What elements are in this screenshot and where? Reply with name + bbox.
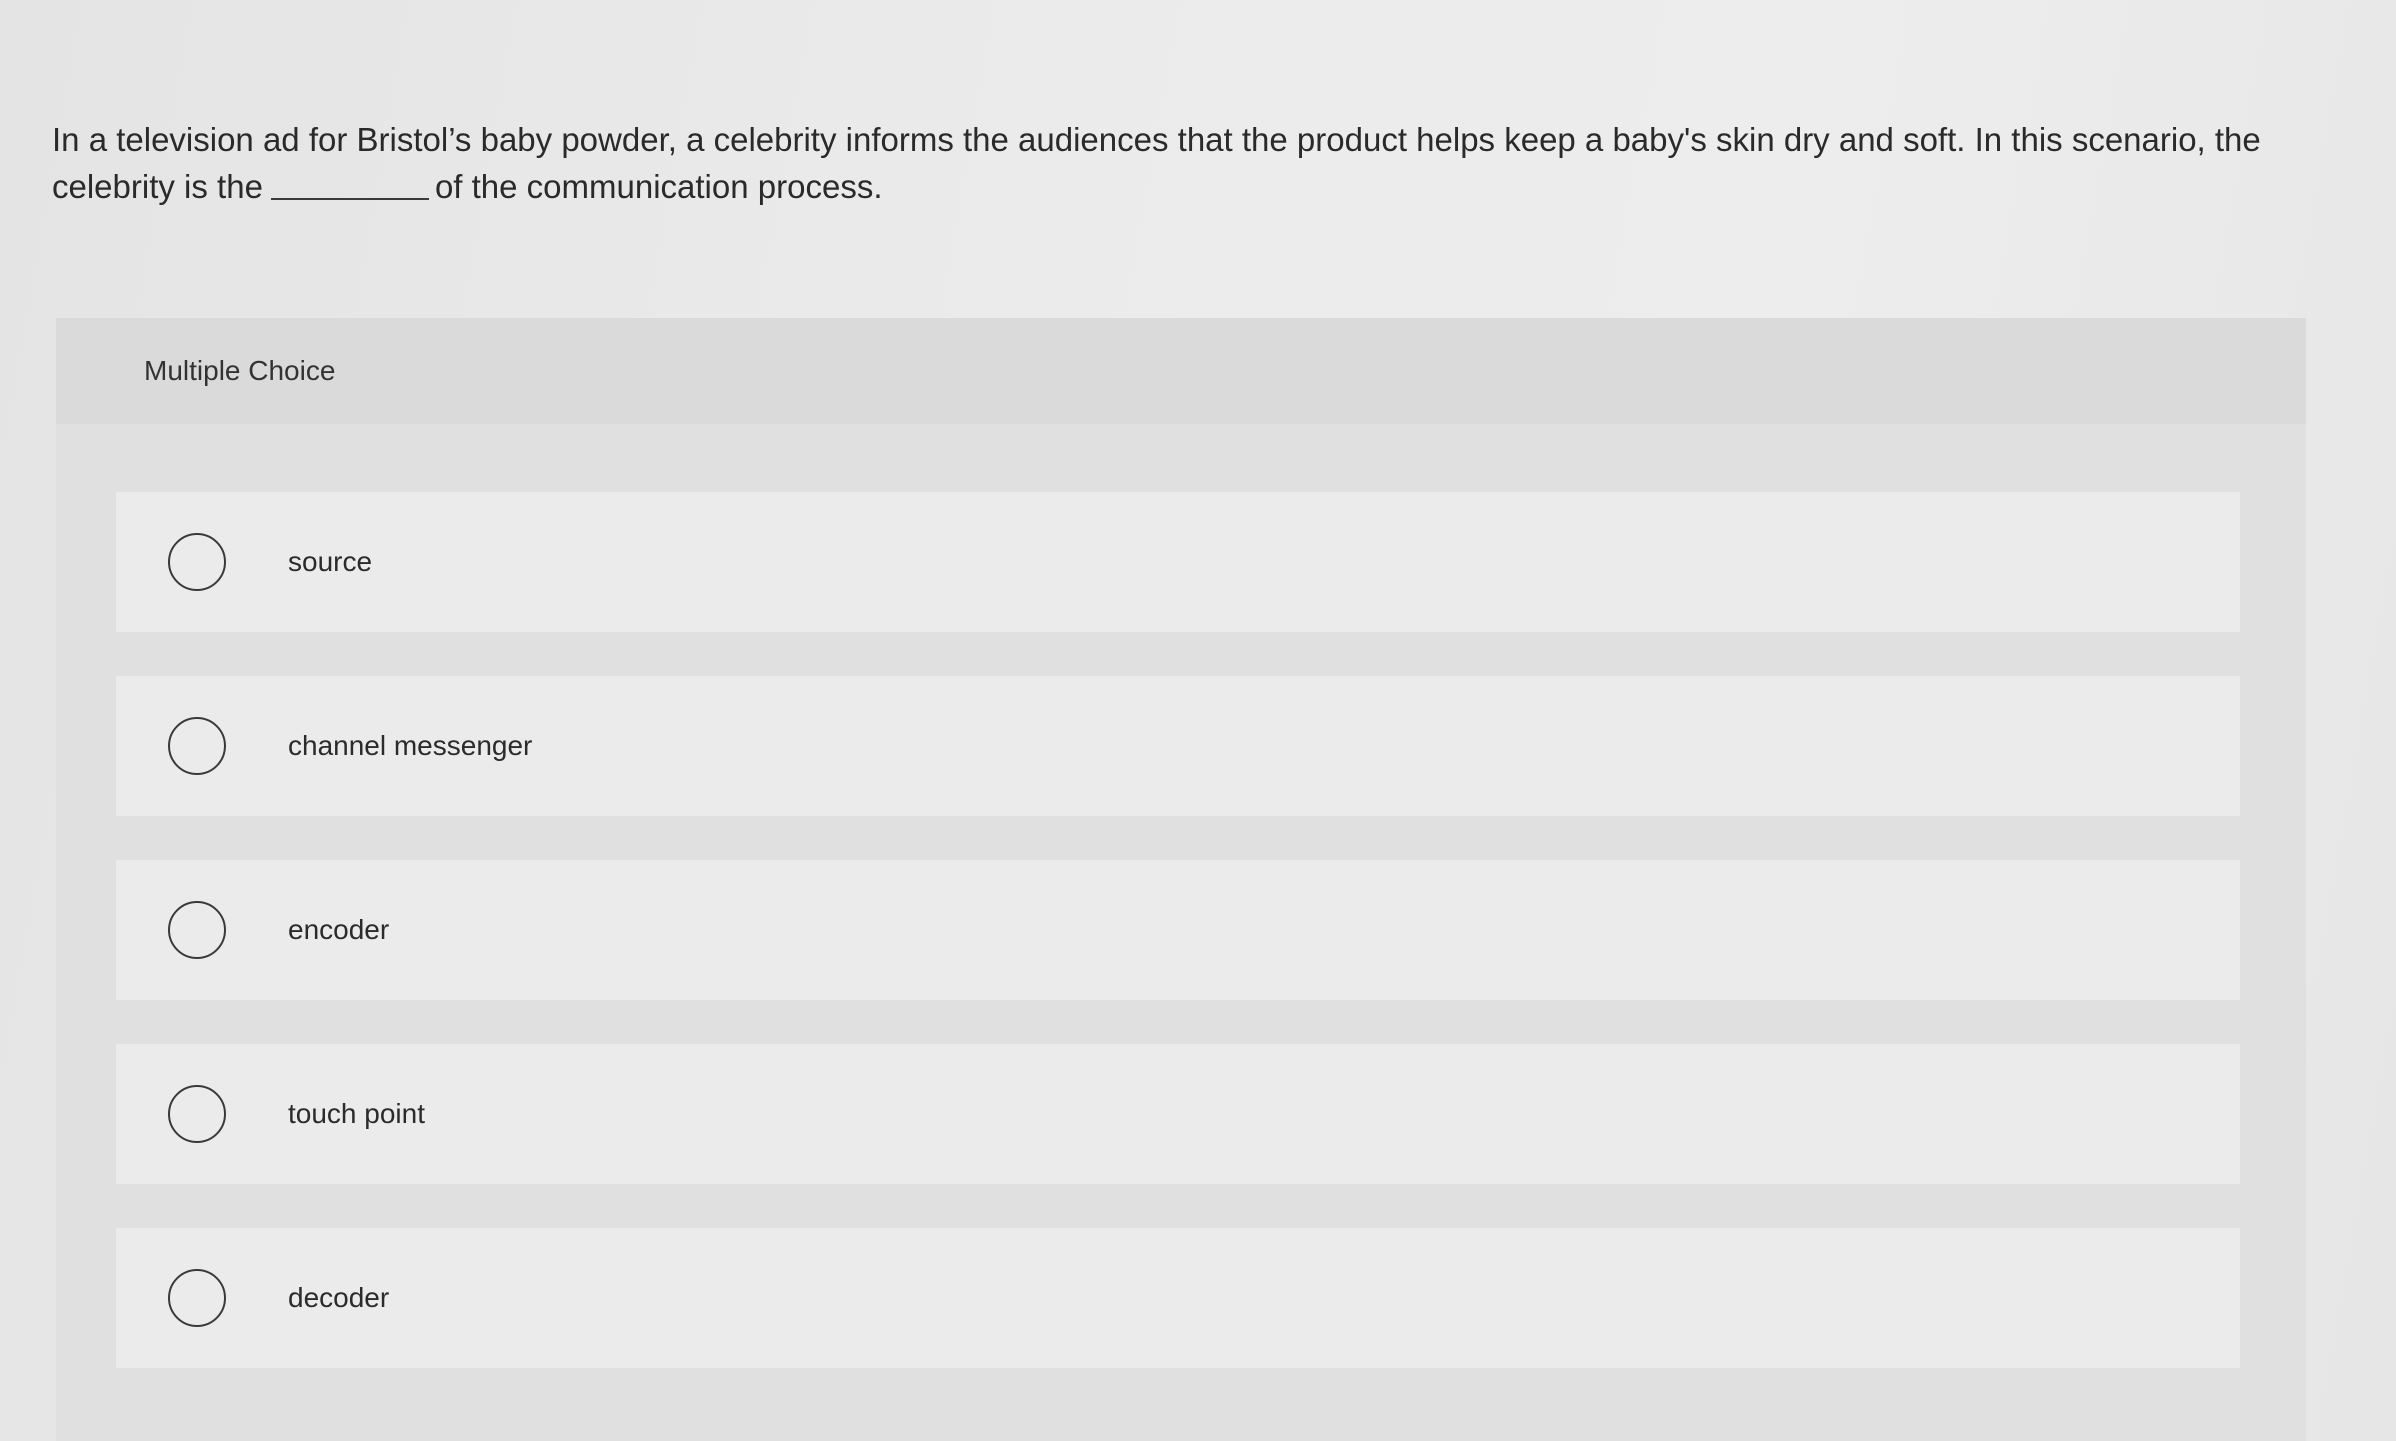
option-encoder[interactable]: encoder (116, 860, 2240, 1000)
option-label: source (288, 546, 373, 577)
radio-circle-icon[interactable] (168, 1085, 226, 1143)
radio-circle-icon[interactable] (168, 1269, 226, 1327)
option-decoder[interactable]: decoder (116, 1228, 2240, 1368)
option-source[interactable]: source (116, 492, 2240, 632)
option-label: channel messenger (288, 730, 533, 761)
multiple-choice-title: Multiple Choice (144, 355, 336, 386)
multiple-choice-header: Multiple Choice (56, 318, 2306, 424)
question-text: In a television ad for Bristol’s baby po… (52, 116, 2312, 210)
radio-circle-icon[interactable] (168, 901, 226, 959)
option-label: decoder (288, 1282, 390, 1313)
radio-circle-icon[interactable] (168, 533, 226, 591)
radio-circle-icon[interactable] (168, 717, 226, 775)
options-list: source channel messenger encoder touch p… (116, 492, 2240, 1412)
option-label: touch point (288, 1098, 425, 1129)
option-touch-point[interactable]: touch point (116, 1044, 2240, 1184)
option-channel-messenger[interactable]: channel messenger (116, 676, 2240, 816)
multiple-choice-panel: Multiple Choice source channel messenger… (56, 318, 2306, 1441)
answer-blank (270, 198, 429, 200)
option-label: encoder (288, 914, 390, 945)
question-text-after: of the communication process. (434, 168, 883, 205)
question-text-before: In a television ad for Bristol’s baby po… (52, 121, 2261, 205)
